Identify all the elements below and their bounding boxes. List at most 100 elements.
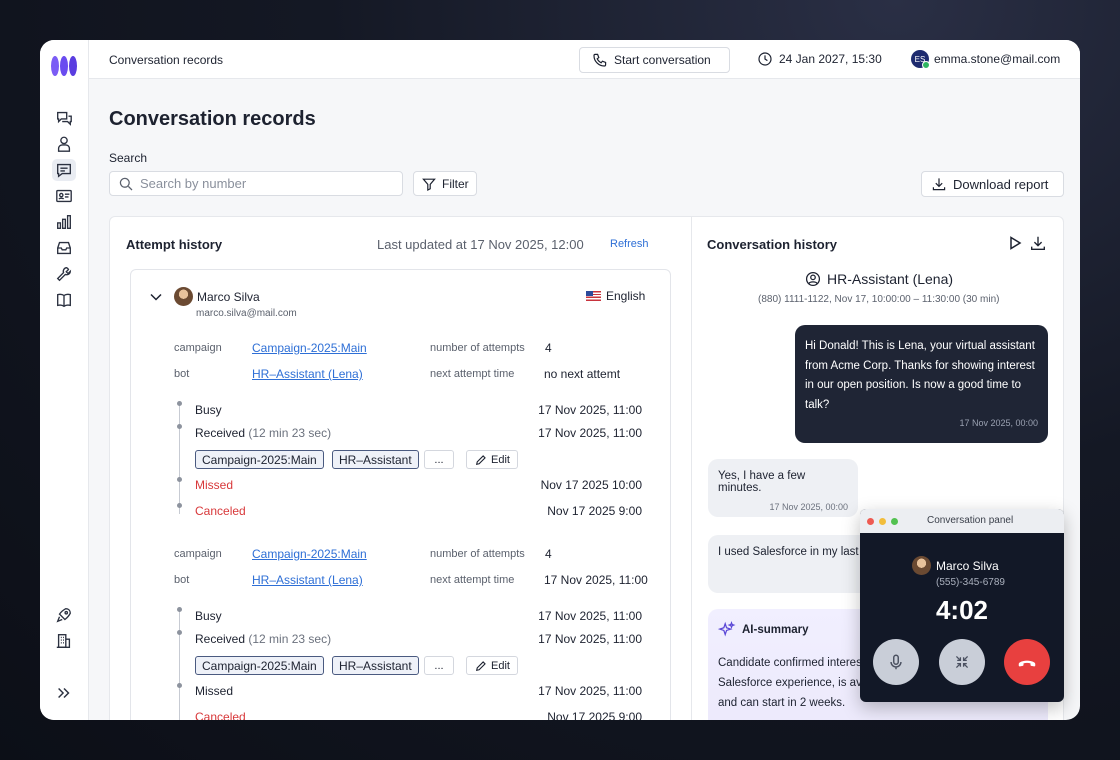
next-attempt-value: 17 Nov 2025, 11:00 bbox=[544, 573, 648, 587]
language-label: English bbox=[606, 289, 646, 303]
filter-button[interactable]: Filter bbox=[413, 171, 477, 196]
shrink-icon bbox=[955, 655, 969, 669]
event-status: Busy bbox=[195, 609, 222, 623]
user-menu[interactable]: ES emma.stone@mail.com bbox=[911, 50, 1060, 69]
last-updated: Last updated at 17 Nov 2025, 12:00 bbox=[377, 237, 584, 252]
panel-title: Conversation panel bbox=[927, 515, 1014, 526]
maximize-dot[interactable] bbox=[891, 517, 898, 525]
event-duration: (12 min 23 sec) bbox=[248, 632, 332, 646]
event-received: Received (12 min 23 sec) bbox=[195, 632, 331, 646]
filter-label: Filter bbox=[442, 176, 469, 191]
bot-tag[interactable]: HR–Assistant bbox=[332, 656, 419, 675]
panel-divider bbox=[691, 217, 692, 720]
next-attempt-value: no next attemt bbox=[544, 367, 621, 381]
minimize-panel-button[interactable] bbox=[939, 639, 985, 685]
microphone-icon bbox=[890, 654, 902, 670]
rocket-icon[interactable] bbox=[52, 604, 76, 626]
caller-name: Marco Silva bbox=[936, 558, 999, 573]
timeline-line bbox=[179, 404, 180, 514]
user-icon[interactable] bbox=[52, 133, 76, 155]
more-tags-button[interactable]: ... bbox=[424, 656, 454, 675]
attempt-history-title: Attempt history bbox=[126, 237, 223, 252]
bot-name: HR-Assistant (Lena) bbox=[827, 271, 954, 287]
page-title: Conversation records bbox=[109, 108, 316, 130]
start-conversation-button[interactable]: Start conversation bbox=[579, 47, 730, 73]
contact-card-icon[interactable] bbox=[52, 185, 76, 207]
event-time: 17 Nov 2025, 11:00 bbox=[538, 403, 642, 417]
download-icon[interactable] bbox=[1029, 234, 1047, 252]
avatar bbox=[912, 556, 931, 575]
refresh-link[interactable]: Refresh bbox=[610, 238, 649, 250]
next-attempt-label: next attempt time bbox=[430, 574, 515, 586]
campaign-label: campaign bbox=[174, 548, 222, 560]
attempts-label: number of attempts bbox=[430, 548, 525, 560]
event-status: Received bbox=[195, 632, 246, 646]
call-meta: (880) 1111-1122, Nov 17, 10:00:00 – 11:3… bbox=[758, 294, 1000, 305]
record-email: marco.silva@mail.com bbox=[196, 308, 297, 319]
us-flag-icon bbox=[586, 291, 601, 301]
attempts-count: 4 bbox=[545, 547, 552, 561]
edit-button[interactable]: Edit bbox=[466, 450, 518, 469]
bot-label: bot bbox=[174, 368, 190, 380]
summary-line: and can start in 2 weeks. bbox=[718, 697, 846, 709]
inbox-icon[interactable] bbox=[52, 237, 76, 259]
event-status: Busy bbox=[195, 403, 222, 417]
next-attempt-label: next attempt time bbox=[430, 368, 515, 380]
chat-bubbles-icon[interactable] bbox=[52, 107, 76, 129]
timeline-dot bbox=[177, 477, 182, 482]
summary-line: Candidate confirmed interes bbox=[718, 657, 862, 669]
event-time: Nov 17 2025 10:00 bbox=[540, 478, 642, 492]
sparkle-icon bbox=[718, 621, 736, 637]
campaign-tag[interactable]: Campaign-2025:Main bbox=[195, 656, 324, 675]
event-time: 17 Nov 2025, 11:00 bbox=[538, 426, 642, 440]
message-text: Yes, I have a few minutes. bbox=[718, 470, 806, 494]
bot-tag[interactable]: HR–Assistant bbox=[332, 450, 419, 469]
hang-up-button[interactable] bbox=[1004, 639, 1050, 685]
bot-link[interactable]: HR–Assistant (Lena) bbox=[252, 367, 363, 381]
ai-summary-title: AI-summary bbox=[742, 624, 809, 636]
hang-up-icon bbox=[1018, 660, 1036, 667]
summary-line: Salesforce experience, is ava bbox=[718, 677, 868, 689]
breadcrumb: Conversation records bbox=[109, 53, 224, 67]
close-dot[interactable] bbox=[867, 517, 874, 525]
timeline-dot bbox=[177, 401, 182, 406]
building-icon[interactable] bbox=[52, 630, 76, 652]
play-icon[interactable] bbox=[1007, 235, 1023, 251]
edit-button[interactable]: Edit bbox=[466, 656, 518, 675]
campaign-link[interactable]: Campaign-2025:Main bbox=[252, 547, 367, 561]
panel-titlebar[interactable]: Conversation panel bbox=[860, 509, 1064, 533]
campaign-link[interactable]: Campaign-2025:Main bbox=[252, 341, 367, 355]
book-icon[interactable] bbox=[52, 289, 76, 311]
pencil-icon bbox=[475, 454, 486, 465]
bar-chart-icon[interactable] bbox=[52, 211, 76, 233]
event-status: Canceled bbox=[195, 504, 246, 518]
language-badge: English bbox=[586, 289, 645, 303]
conversation-history-title: Conversation history bbox=[707, 237, 838, 252]
download-report-button[interactable]: Download report bbox=[921, 171, 1064, 197]
minimize-dot[interactable] bbox=[879, 517, 886, 525]
app-logo[interactable] bbox=[50, 54, 78, 78]
event-status: Missed bbox=[195, 478, 234, 492]
caller: Marco Silva bbox=[912, 556, 999, 575]
message-time: 17 Nov 2025, 00:00 bbox=[959, 417, 1038, 428]
timeline-dot bbox=[177, 607, 182, 612]
event-status: Received bbox=[195, 426, 246, 440]
mute-button[interactable] bbox=[873, 639, 919, 685]
chevron-down-icon[interactable] bbox=[149, 290, 163, 304]
wrench-icon[interactable] bbox=[52, 263, 76, 285]
datetime-label: 24 Jan 2027, 15:30 bbox=[779, 52, 882, 66]
expand-icon[interactable] bbox=[52, 682, 76, 704]
message-icon[interactable] bbox=[52, 159, 76, 181]
event-status: Canceled bbox=[195, 710, 246, 720]
caller-phone: (555)-345-6789 bbox=[936, 577, 1005, 588]
bot-link[interactable]: HR–Assistant (Lena) bbox=[252, 573, 363, 587]
edit-label: Edit bbox=[491, 453, 510, 466]
download-icon bbox=[932, 178, 946, 191]
conversation-panel: Conversation panel Marco Silva (555)-345… bbox=[860, 509, 1064, 702]
attempts-count: 4 bbox=[545, 341, 552, 355]
search-input[interactable] bbox=[140, 176, 380, 191]
search-label: Search bbox=[109, 151, 148, 165]
campaign-tag[interactable]: Campaign-2025:Main bbox=[195, 450, 324, 469]
event-time: 17 Nov 2025, 11:00 bbox=[538, 609, 642, 623]
more-tags-button[interactable]: ... bbox=[424, 450, 454, 469]
